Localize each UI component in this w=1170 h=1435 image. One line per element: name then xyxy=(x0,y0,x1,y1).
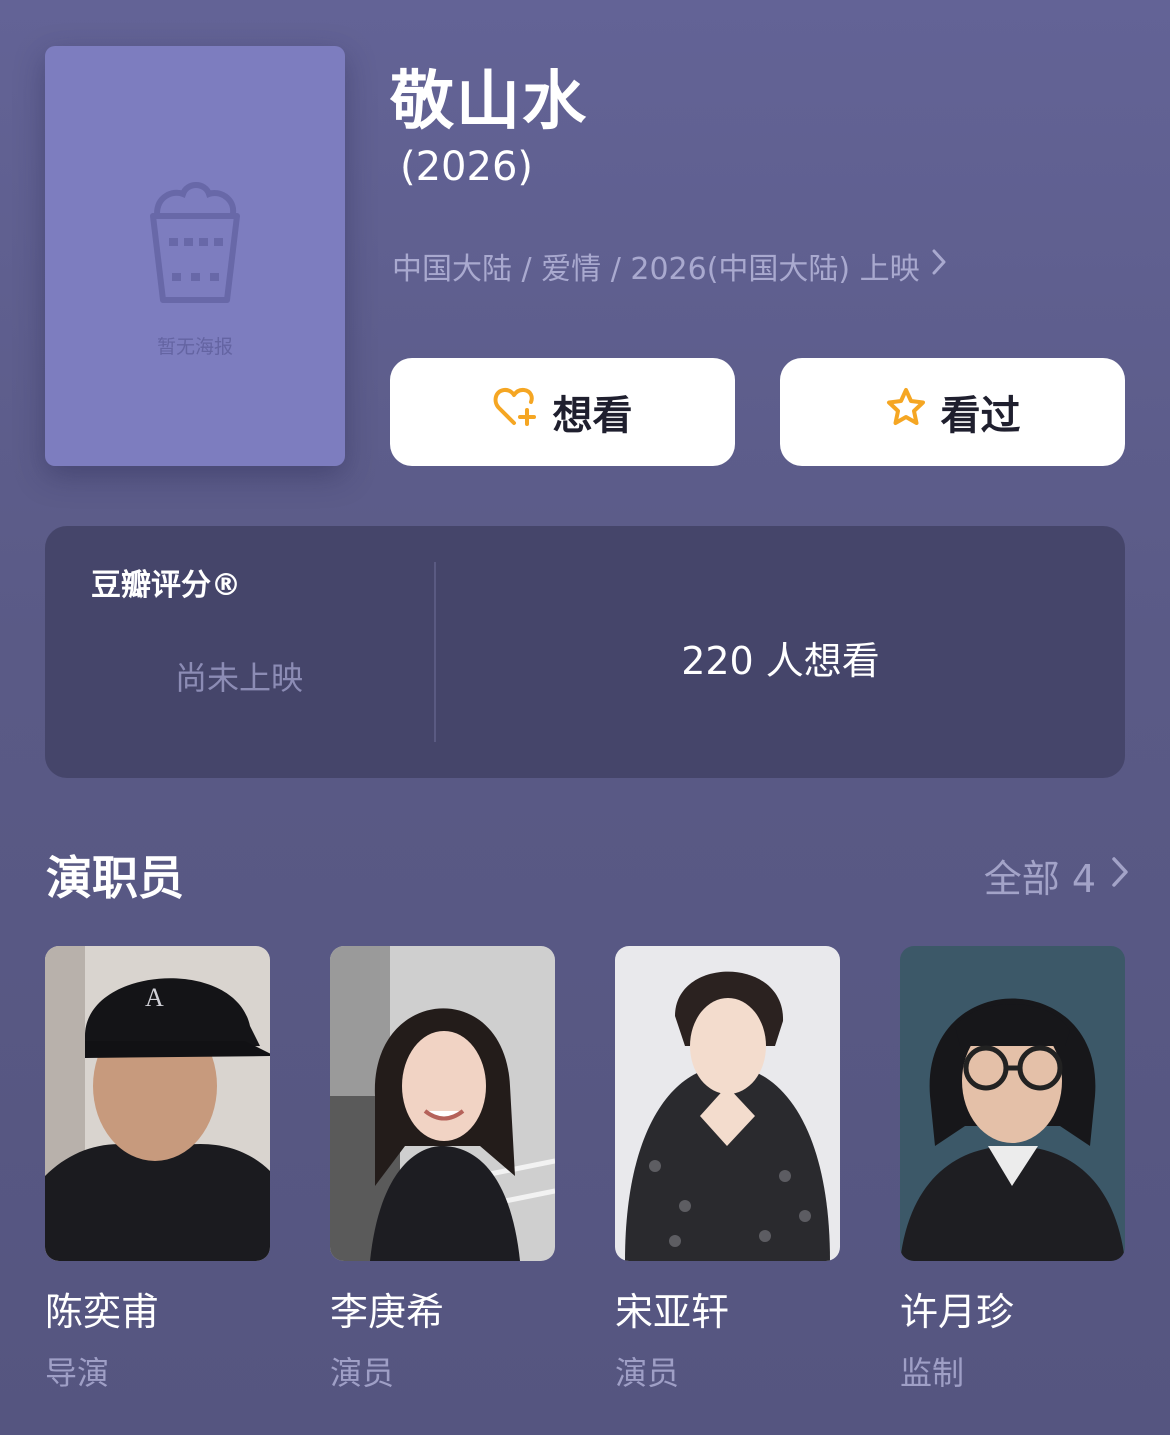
cast-card[interactable]: A 陈奕甫 导演 xyxy=(45,946,270,1394)
rating-status: 尚未上映 xyxy=(175,659,304,697)
watched-button[interactable]: 看过 xyxy=(780,358,1125,466)
cast-name: 宋亚轩 xyxy=(615,1290,730,1334)
want-to-watch-button[interactable]: 想看 xyxy=(390,358,735,466)
want-count: 220 人想看 xyxy=(681,639,880,683)
chevron-right-icon xyxy=(1110,854,1130,898)
cast-card[interactable]: 宋亚轩 演员 xyxy=(615,946,840,1394)
cast-card[interactable]: 李庚希 演员 xyxy=(330,946,555,1394)
see-all-label: 全部 4 xyxy=(983,857,1096,901)
poster-placeholder[interactable]: 暂无海报 xyxy=(45,46,345,466)
cast-role: 监制 xyxy=(900,1354,965,1392)
movie-title: 敬山水 xyxy=(390,65,588,139)
cast-section-title: 演职员 xyxy=(46,851,184,905)
cast-photo xyxy=(330,946,555,1261)
cast-role: 演员 xyxy=(615,1354,680,1392)
popcorn-icon xyxy=(147,176,243,310)
cast-photo xyxy=(900,946,1125,1261)
watched-label: 看过 xyxy=(940,393,1021,439)
want-to-watch-label: 想看 xyxy=(552,393,633,439)
cast-name: 许月珍 xyxy=(900,1290,1015,1334)
cast-photo xyxy=(615,946,840,1261)
cast-name: 李庚希 xyxy=(330,1290,445,1334)
cast-role: 演员 xyxy=(330,1354,395,1392)
star-icon xyxy=(885,386,927,438)
svg-text:A: A xyxy=(145,983,164,1012)
cast-role: 导演 xyxy=(45,1354,110,1392)
chevron-right-icon xyxy=(930,247,948,285)
see-all-cast-link[interactable]: 全部 4 xyxy=(984,848,1130,903)
movie-meta-text: 中国大陆 / 爱情 / 2026(中国大陆) 上映 xyxy=(392,252,920,287)
cast-name: 陈奕甫 xyxy=(45,1290,160,1334)
movie-detail-page: 暂无海报 敬山水 (2026) 中国大陆 / 爱情 / 2026(中国大陆) 上… xyxy=(0,0,1170,1435)
cast-photo: A xyxy=(45,946,270,1261)
rating-card[interactable]: 豆瓣评分® 尚未上映 220 人想看 xyxy=(45,526,1125,778)
heart-plus-icon xyxy=(493,386,539,438)
movie-year: (2026) xyxy=(400,144,534,190)
poster-placeholder-text: 暂无海报 xyxy=(156,336,233,358)
movie-meta-link[interactable]: 中国大陆 / 爱情 / 2026(中国大陆) 上映 xyxy=(392,244,948,288)
rating-title: 豆瓣评分® xyxy=(91,568,241,603)
cast-card[interactable]: 许月珍 监制 xyxy=(900,946,1125,1394)
